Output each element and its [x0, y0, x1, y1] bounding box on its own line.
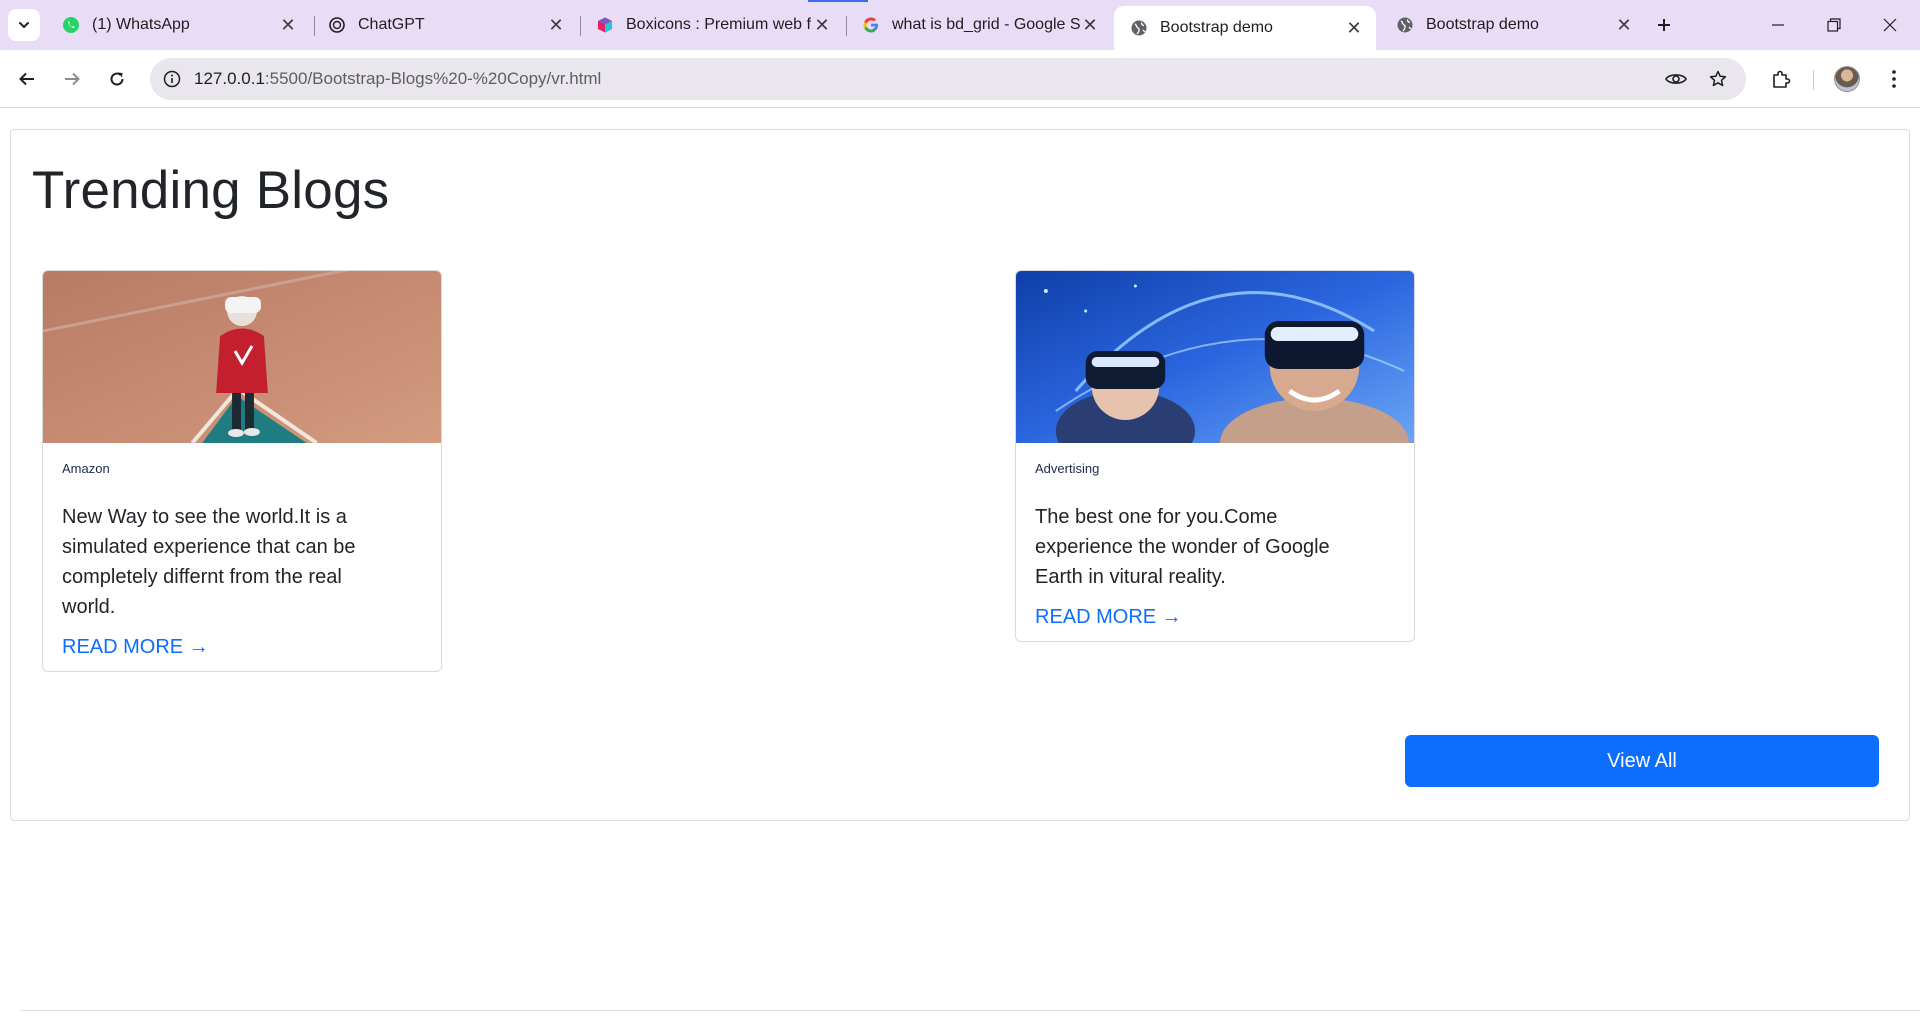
restore-button[interactable]	[1806, 0, 1862, 50]
url-host: 127.0.0.1	[194, 69, 265, 88]
browser-toolbar: 127.0.0.1:5500/Bootstrap-Blogs%20-%20Cop…	[0, 50, 1920, 108]
read-more-link[interactable]: READ MORE →	[62, 636, 209, 659]
eye-icon[interactable]	[1656, 58, 1696, 100]
view-all-button[interactable]: View All	[1405, 735, 1879, 787]
restore-icon	[1827, 18, 1841, 32]
browser-menu-button[interactable]	[1876, 61, 1912, 97]
new-tab-button[interactable]	[1650, 11, 1678, 39]
url-text[interactable]: 127.0.0.1:5500/Bootstrap-Blogs%20-%20Cop…	[194, 69, 1746, 89]
tab-google-search[interactable]: what is bd_grid - Google S ✕	[846, 6, 1112, 44]
tab-title: Bootstrap demo	[1426, 16, 1539, 33]
tab-strip: (1) WhatsApp ✕ ChatGPT ✕ Boxicons : Prem…	[0, 0, 1920, 50]
close-icon	[1883, 18, 1897, 32]
address-bar[interactable]: 127.0.0.1:5500/Bootstrap-Blogs%20-%20Cop…	[150, 58, 1746, 100]
vr-headset-users-image	[1016, 271, 1414, 443]
plus-icon	[1658, 19, 1670, 31]
tab-loading-indicator	[808, 0, 868, 2]
card-category: Amazon	[62, 461, 110, 476]
vr-person-court-image	[43, 271, 441, 443]
toolbar-separator	[1813, 70, 1814, 90]
site-info-icon[interactable]	[150, 70, 194, 88]
reload-button[interactable]	[99, 61, 135, 97]
reload-icon	[110, 72, 124, 86]
avatar	[1834, 66, 1860, 92]
arrow-left-icon	[19, 72, 34, 86]
profile-button[interactable]	[1829, 61, 1865, 97]
tab-bootstrap-demo[interactable]: Bootstrap demo ✕	[1380, 6, 1646, 44]
card-body: Advertising The best one for you.Come ex…	[1016, 443, 1414, 641]
tab-title: (1) WhatsApp	[92, 16, 190, 33]
globe-icon	[1130, 19, 1148, 37]
card-category: Advertising	[1035, 461, 1100, 476]
tab-title: what is bd_grid - Google S	[892, 16, 1080, 33]
close-icon[interactable]: ✕	[1080, 15, 1100, 35]
tab-whatsapp[interactable]: (1) WhatsApp ✕	[46, 6, 310, 44]
chevron-down-icon	[19, 22, 29, 29]
chatgpt-icon	[328, 16, 346, 34]
blog-card: Amazon New Way to see the world.It is a …	[42, 270, 442, 672]
tab-bootstrap-demo-active[interactable]: Bootstrap demo ✕	[1114, 6, 1376, 50]
close-icon[interactable]: ✕	[812, 15, 832, 35]
close-icon[interactable]: ✕	[1614, 15, 1634, 35]
back-button[interactable]	[9, 61, 45, 97]
boxicons-icon	[596, 16, 614, 34]
extensions-button[interactable]	[1763, 61, 1799, 97]
minimize-icon	[1772, 24, 1784, 26]
tab-search-button[interactable]	[8, 9, 40, 41]
bookmark-star-icon[interactable]	[1698, 58, 1738, 100]
tab-title: ChatGPT	[358, 16, 425, 33]
close-icon[interactable]: ✕	[546, 15, 566, 35]
tab-boxicons[interactable]: Boxicons : Premium web fr ✕	[580, 6, 844, 44]
close-icon[interactable]: ✕	[278, 15, 298, 35]
url-path: :5500/Bootstrap-Blogs%20-%20Copy/vr.html	[264, 69, 602, 88]
tab-title: Boxicons : Premium web fr	[626, 16, 812, 33]
blog-card: Advertising The best one for you.Come ex…	[1015, 270, 1415, 642]
forward-button[interactable]	[54, 61, 90, 97]
window-close-button[interactable]	[1862, 0, 1918, 50]
whatsapp-icon	[62, 16, 80, 34]
card-text: New Way to see the world.It is a simulat…	[62, 506, 356, 618]
close-icon[interactable]: ✕	[1344, 18, 1364, 38]
google-icon	[862, 16, 880, 34]
tab-title: Bootstrap demo	[1160, 19, 1273, 36]
page-viewport: Trending Blogs Amazon New Way to see the…	[0, 109, 1920, 1013]
card-text: The best one for you.Come experience the…	[1035, 506, 1330, 588]
read-more-link[interactable]: READ MORE →	[1035, 606, 1182, 629]
globe-icon	[1396, 16, 1414, 34]
tab-chatgpt[interactable]: ChatGPT ✕	[312, 6, 578, 44]
page-title: Trending Blogs	[32, 161, 390, 220]
card-body: Amazon New Way to see the world.It is a …	[43, 443, 441, 671]
more-vertical-icon	[1892, 70, 1896, 88]
page-bottom-divider	[20, 1010, 1920, 1011]
minimize-button[interactable]	[1750, 0, 1806, 50]
arrow-right-icon	[65, 72, 80, 86]
puzzle-icon	[1773, 70, 1791, 88]
blog-container: Trending Blogs Amazon New Way to see the…	[10, 129, 1910, 821]
